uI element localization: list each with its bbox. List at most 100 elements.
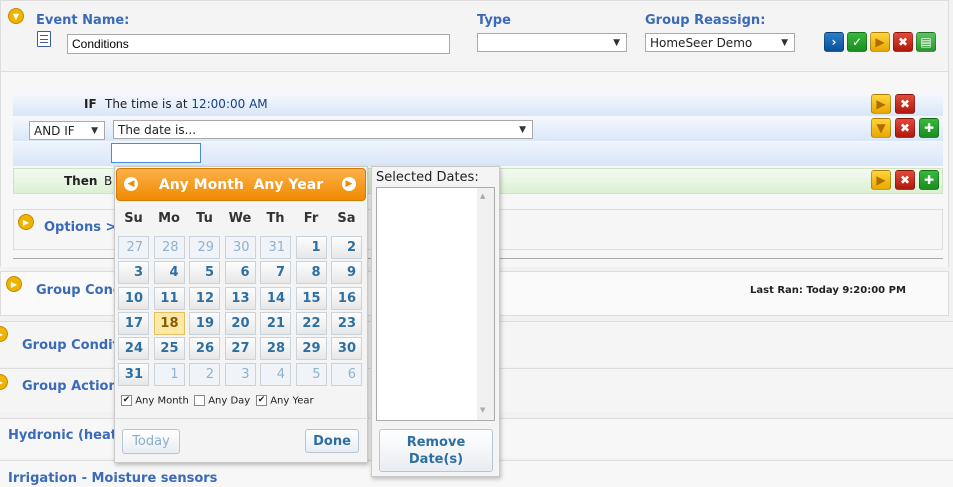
calendar-next-icon[interactable]: ▶ xyxy=(342,177,356,191)
calendar-day[interactable]: 17 xyxy=(118,311,149,335)
date-input[interactable] xyxy=(111,143,201,163)
save-event-button[interactable]: ✓ xyxy=(847,32,867,52)
done-button[interactable]: Done xyxy=(305,429,359,453)
condition-select[interactable]: The date is... ▼ xyxy=(113,120,533,139)
calendar-day[interactable]: 31 xyxy=(260,236,291,259)
any-day-option[interactable]: Any Day xyxy=(194,395,250,407)
calendar-day[interactable]: 30 xyxy=(224,236,256,259)
weekday-label: Mo xyxy=(158,211,180,226)
calendar-day[interactable]: 30 xyxy=(331,337,362,361)
calendar-day[interactable]: 16 xyxy=(331,286,362,310)
dropdown-arrow-icon: ▼ xyxy=(91,125,98,136)
calendar-day[interactable]: 3 xyxy=(118,261,149,285)
calendar-day[interactable]: 28 xyxy=(153,236,185,259)
andif-collapse-button[interactable]: ▼ xyxy=(871,118,891,138)
calendar-day[interactable]: 1 xyxy=(295,236,327,259)
calendar-day[interactable]: 13 xyxy=(224,286,256,310)
calendar-day[interactable]: 19 xyxy=(189,311,220,335)
calendar-day[interactable]: 31 xyxy=(118,362,149,386)
calendar-day[interactable]: 2 xyxy=(189,362,220,386)
calendar-day[interactable]: 29 xyxy=(295,337,327,361)
then-delete-button[interactable]: ✖ xyxy=(895,170,915,190)
calendar-day[interactable]: 28 xyxy=(260,337,291,361)
event-name-input[interactable] xyxy=(67,34,450,54)
run-event-button[interactable]: › xyxy=(824,32,844,52)
scroll-up-icon[interactable]: ▲ xyxy=(480,192,485,200)
scrollbar[interactable] xyxy=(477,188,494,420)
calendar-day[interactable]: 3 xyxy=(224,362,256,386)
scroll-down-icon[interactable]: ▼ xyxy=(480,406,485,414)
if-keyword: IF xyxy=(84,97,97,111)
type-select[interactable]: ▼ xyxy=(477,33,627,52)
options-link[interactable]: Options > xyxy=(44,220,116,235)
calendar-day[interactable]: 11 xyxy=(153,286,185,310)
calendar-day[interactable]: 4 xyxy=(260,362,291,386)
calendar-day[interactable]: 26 xyxy=(189,337,220,361)
hydronic-title[interactable]: Hydronic (heati xyxy=(8,428,121,443)
group-reassign-label: Group Reassign: xyxy=(645,13,766,28)
calendar-day[interactable]: 6 xyxy=(331,362,362,386)
any-day-label: Any Day xyxy=(208,395,251,407)
if-text: The time is at xyxy=(105,97,188,111)
calendar-day[interactable]: 22 xyxy=(295,311,327,335)
calendar-day[interactable]: 27 xyxy=(224,337,256,361)
weekday-label: Fr xyxy=(303,211,319,226)
calendar-day[interactable]: 12 xyxy=(189,286,220,310)
calendar-day[interactable]: 23 xyxy=(331,311,362,335)
calendar-day[interactable]: 9 xyxy=(331,261,362,285)
calendar-header-title: Any Month Any Year xyxy=(158,177,324,193)
calendar-day[interactable]: 25 xyxy=(153,337,185,361)
group-conditions-title-2[interactable]: Group Condit xyxy=(22,338,119,353)
play-event-button[interactable]: ▶ xyxy=(870,32,890,52)
group-conditions-title-1[interactable]: Group Cond xyxy=(36,283,122,298)
calendar-day[interactable]: 24 xyxy=(118,337,149,361)
weekday-label: Th xyxy=(266,211,285,226)
copy-event-button[interactable]: ▤ xyxy=(916,32,936,52)
calendar-prev-icon[interactable]: ◀ xyxy=(124,177,138,191)
any-month-option[interactable]: ✔ Any Month xyxy=(121,395,189,407)
condition-select-value: The date is... xyxy=(118,122,197,137)
calendar-day[interactable]: 21 xyxy=(260,311,291,335)
collapse-toggle-icon[interactable]: ▼ xyxy=(8,8,24,24)
then-add-button[interactable]: ✚ xyxy=(919,170,939,190)
calendar-day[interactable]: 1 xyxy=(153,362,185,386)
remove-dates-button[interactable]: Remove Date(s) xyxy=(379,429,493,472)
calendar-day[interactable]: 14 xyxy=(260,286,291,310)
group-reassign-select[interactable]: HomeSeer Demo ▼ xyxy=(645,33,795,52)
weekday-label: Su xyxy=(124,211,143,226)
calendar-day[interactable]: 27 xyxy=(118,236,149,259)
calendar-day[interactable]: 29 xyxy=(189,236,220,259)
andif-delete-button[interactable]: ✖ xyxy=(895,118,915,138)
calendar-day[interactable]: 5 xyxy=(189,261,220,285)
andif-add-button[interactable]: ✚ xyxy=(919,118,939,138)
andif-select[interactable]: AND IF ▼ xyxy=(29,121,105,140)
calendar-day[interactable]: 18 xyxy=(153,311,185,335)
calendar-day[interactable]: 6 xyxy=(224,261,256,285)
delete-event-button[interactable]: ✖ xyxy=(893,32,913,52)
calendar-day[interactable]: 15 xyxy=(295,286,327,310)
if-play-button[interactable]: ▶ xyxy=(871,94,891,114)
event-name-label: Event Name: xyxy=(36,13,130,28)
group-actions-title[interactable]: Group Actions xyxy=(22,379,125,394)
calendar-day[interactable]: 10 xyxy=(118,286,149,310)
any-day-checkbox[interactable] xyxy=(194,395,205,406)
group-reassign-value: HomeSeer Demo xyxy=(650,35,753,50)
any-year-checkbox[interactable]: ✔ xyxy=(256,395,267,406)
if-time[interactable]: 12:00:00 AM xyxy=(191,97,267,111)
group-conditions-expand-icon[interactable]: ▶ xyxy=(6,276,22,292)
today-button[interactable]: Today xyxy=(122,429,180,454)
weekday-label: We xyxy=(228,211,252,226)
calendar-day[interactable]: 8 xyxy=(295,261,327,285)
calendar-day[interactable]: 5 xyxy=(295,362,327,386)
event-document-icon xyxy=(37,31,51,47)
irrigation-title[interactable]: Irrigation - Moisture sensors xyxy=(8,471,217,486)
any-year-option[interactable]: ✔ Any Year xyxy=(256,395,314,407)
calendar-day[interactable]: 20 xyxy=(224,311,256,335)
then-play-button[interactable]: ▶ xyxy=(871,170,891,190)
if-delete-button[interactable]: ✖ xyxy=(895,94,915,114)
calendar-day[interactable]: 2 xyxy=(331,236,362,259)
options-expand-icon[interactable]: ▶ xyxy=(18,214,34,230)
calendar-day[interactable]: 4 xyxy=(153,261,185,285)
any-month-checkbox[interactable]: ✔ xyxy=(121,395,132,406)
calendar-day[interactable]: 7 xyxy=(260,261,291,285)
